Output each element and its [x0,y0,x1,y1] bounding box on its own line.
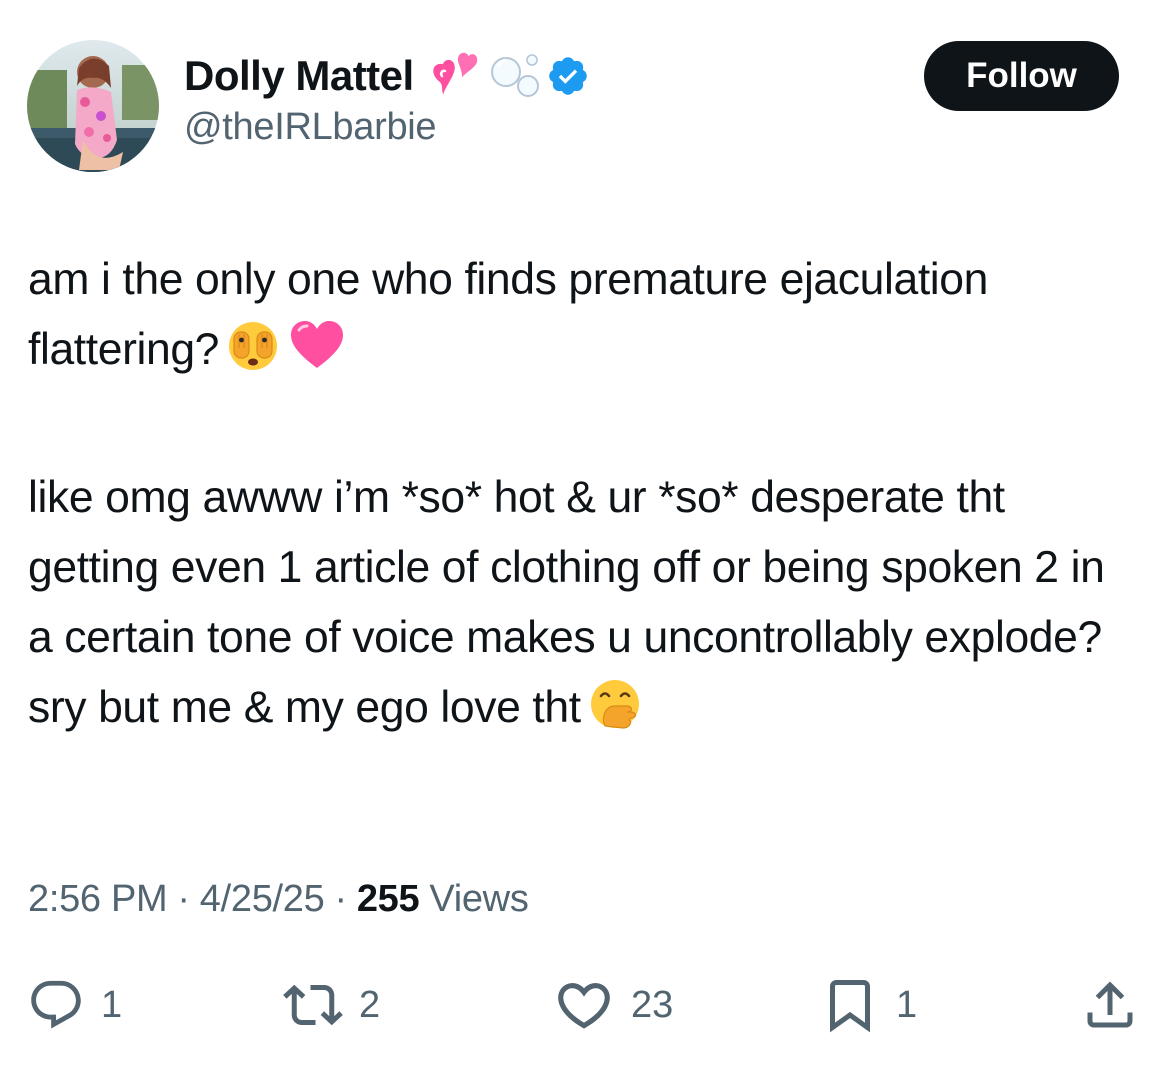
face-with-peeking-eye-emoji [225,318,281,393]
action-bar: 1 2 23 1 [0,975,1170,1045]
reply-button[interactable]: 1 [27,975,122,1035]
heart-icon [558,983,610,1029]
verified-badge-icon[interactable] [546,54,590,98]
follow-button[interactable]: Follow [924,41,1119,111]
bubbles-emoji [490,54,539,97]
pink-heart-emoji [287,318,347,393]
bookmark-icon [830,980,870,1033]
repost-icon [283,984,343,1026]
tweet-text: am i the only one who finds premature ej… [28,245,1138,751]
reply-count: 1 [101,983,123,1026]
avatar[interactable] [27,40,159,172]
tweet-card: Dolly Mattel @theIRLbarbie Follow am i t… [0,0,1170,1066]
reply-icon [31,980,81,1029]
bookmark-button[interactable]: 1 [820,975,917,1035]
profile-photo [27,40,159,172]
tweet-time[interactable]: 2:56 PM [28,878,168,921]
author-handle[interactable]: @theIRLbarbie [184,106,437,149]
share-button[interactable] [1080,975,1140,1035]
views-count: 255 [356,878,420,920]
tweet-meta: 2:56 PM · 4/25/25 · 255 Views [28,878,529,921]
share-icon [1087,981,1133,1028]
tweet-paragraph-2-text: like omg awww i’m *so* hot & ur *so* des… [28,473,1105,732]
name-badges [428,50,590,102]
author-name-row: Dolly Mattel [184,50,590,102]
tweet-paragraph-2: like omg awww i’m *so* hot & ur *so* des… [28,463,1138,751]
repost-count: 2 [359,983,381,1026]
bookmark-count: 1 [896,983,918,1026]
tweet-paragraph-1-text: am i the only one who finds premature ej… [28,255,988,374]
face-with-hand-over-mouth-emoji [587,676,643,751]
views-label: Views [429,878,529,920]
like-button[interactable]: 23 [553,975,673,1035]
repost-button[interactable]: 2 [283,975,380,1035]
tweet-paragraph-1: am i the only one who finds premature ej… [28,245,1138,393]
author-display-name[interactable]: Dolly Mattel [184,52,414,100]
meta-separator: · [177,878,190,920]
meta-separator: · [334,878,347,920]
like-count: 23 [631,983,674,1026]
two-hearts-emoji [433,52,477,95]
tweet-date[interactable]: 4/25/25 [200,878,325,921]
